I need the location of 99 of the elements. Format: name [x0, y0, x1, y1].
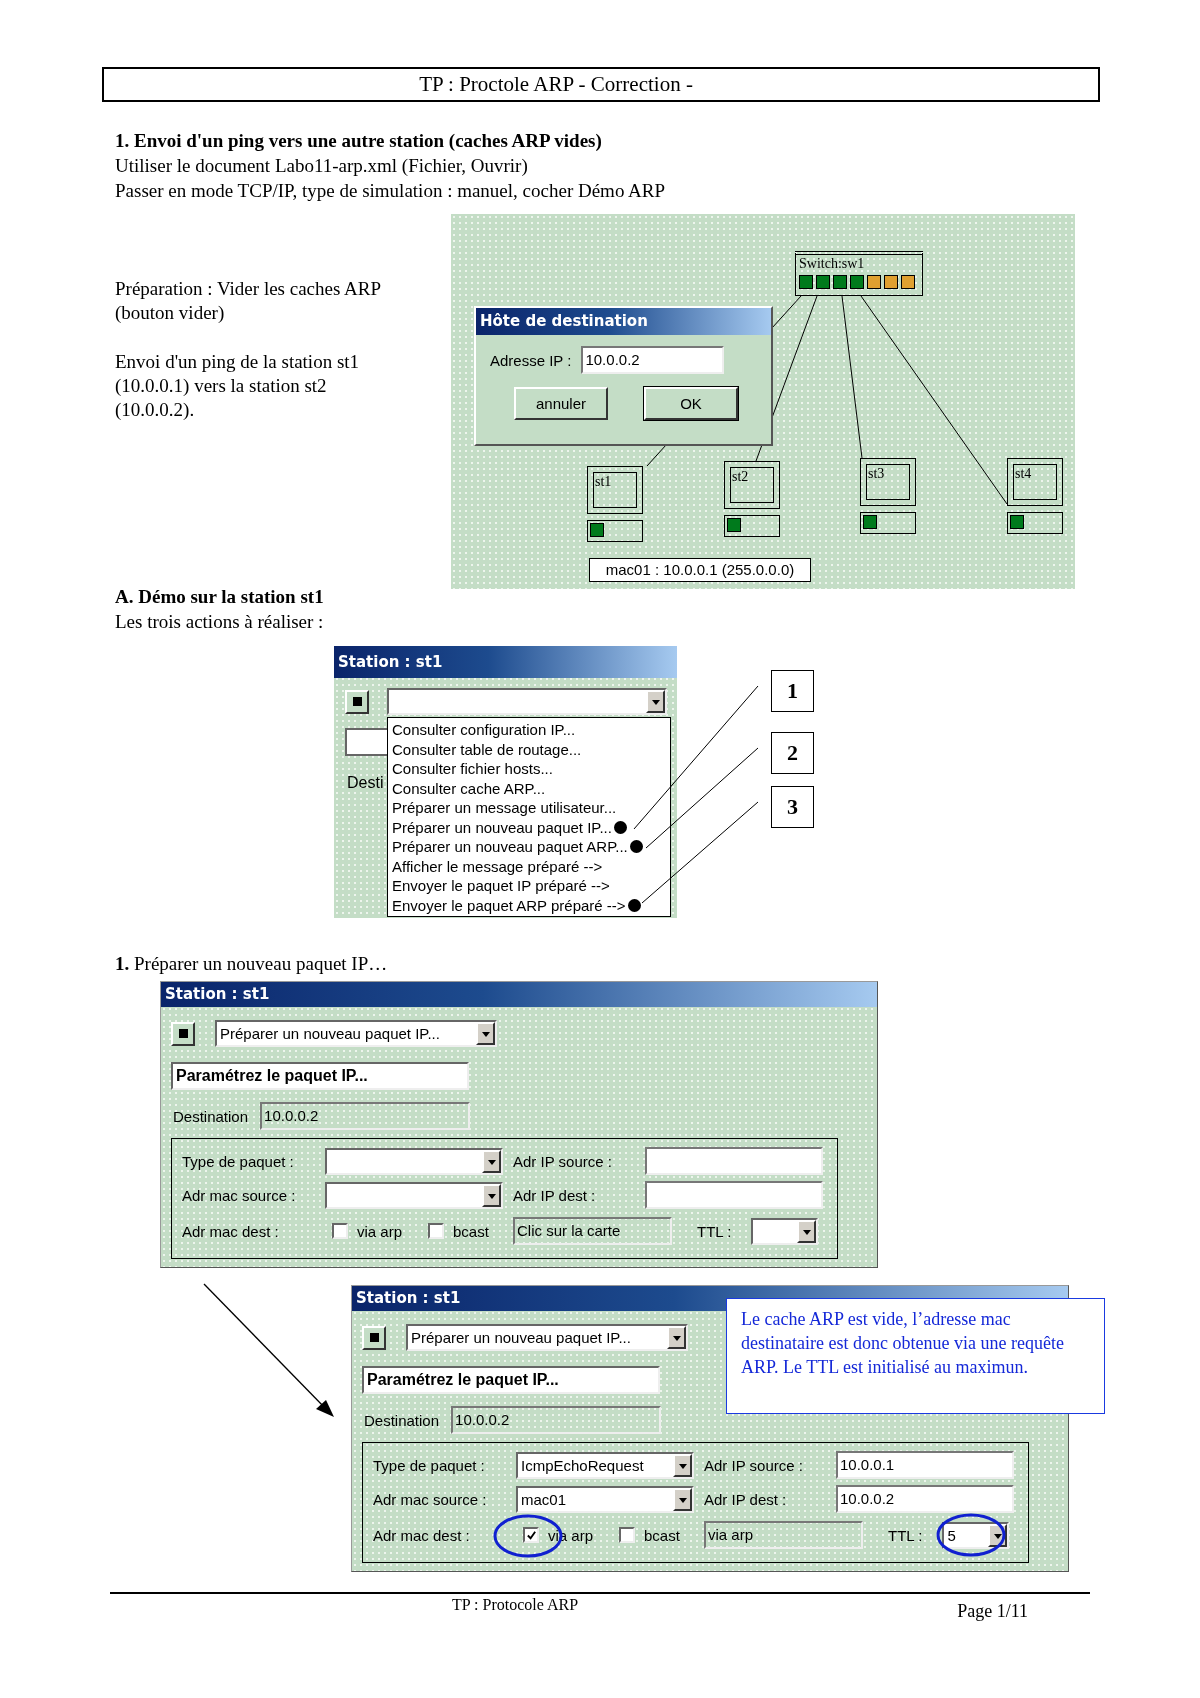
section-heading: 1. Envoi d'un ping vers une autre station (caches ARP vides) — [115, 129, 603, 153]
packet-type-dropdown[interactable]: IcmpEchoRequest — [516, 1451, 694, 1479]
ttl-dropdown[interactable] — [751, 1217, 819, 1245]
note-callout: Le cache ARP est vide, l’adresse mac destinataire est donc obtenue via une requête ARP. Le TTL est initialisé au maximun. — [726, 1298, 1105, 1414]
dialog-button[interactable]: OK — [644, 387, 738, 420]
callout-number: 1 — [771, 670, 814, 712]
menu-item[interactable]: Préparer un nouveau paquet ARP... — [392, 837, 628, 857]
window-title: Station : st1 — [356, 1289, 461, 1307]
checkbox[interactable] — [332, 1223, 348, 1239]
menu-item[interactable]: Envoyer le paquet IP préparé --> — [392, 876, 610, 896]
window-title: Station : st1 — [165, 985, 270, 1003]
dialog-button[interactable]: annuler — [514, 387, 608, 420]
page-title: TP : Proctole ARP - Correction - — [102, 67, 1100, 102]
led-icon — [1010, 515, 1024, 529]
prompt-field: Paramétrez le paquet IP... — [362, 1366, 660, 1394]
station-monitor[interactable]: st2 — [724, 461, 780, 509]
field-label: Adr IP dest : — [704, 1490, 788, 1508]
station-monitor[interactable]: st1 — [587, 466, 643, 514]
station-label: st3 — [868, 466, 885, 481]
mac-source-dropdown[interactable]: mac01 — [516, 1485, 694, 1513]
instruction-line: Les trois actions à réaliser : — [115, 610, 325, 634]
stop-button[interactable] — [345, 689, 369, 714]
mac-dest-field: Clic sur la carte — [513, 1217, 672, 1245]
field-label: TTL : — [697, 1222, 732, 1240]
field-label: Adr mac source : — [373, 1490, 488, 1508]
led-icon — [727, 518, 741, 532]
ip-dest-field[interactable]: 10.0.0.2 — [836, 1485, 1014, 1513]
destination-field: 10.0.0.2 — [260, 1102, 471, 1130]
ip-address-field[interactable]: 10.0.0.2 — [581, 346, 725, 374]
checkbox[interactable] — [619, 1527, 635, 1543]
paragraph: Préparation : Vider les caches ARP (bouton vider) — [115, 277, 382, 325]
mac-dest-field: via arp — [704, 1521, 863, 1549]
station-label: st4 — [1015, 466, 1032, 481]
menu-item[interactable]: Consulter cache ARP... — [392, 778, 546, 798]
callout-dot — [629, 840, 643, 854]
menu-item[interactable]: Consulter fichier hosts... — [392, 759, 553, 779]
prompt-field: Paramétrez le paquet IP... — [171, 1062, 469, 1090]
switch-label: Switch:sw1 — [799, 256, 866, 272]
action-dropdown[interactable]: Préparer un nouveau paquet IP... — [406, 1324, 688, 1351]
callout-dot — [613, 820, 627, 834]
field-label: Desti — [347, 774, 384, 792]
ttl-dropdown[interactable]: 5 — [942, 1521, 1010, 1549]
status-label: mac01 : 10.0.0.1 (255.0.0.0) — [589, 558, 811, 582]
led-icon — [863, 515, 877, 529]
menu-item[interactable]: Préparer un message utilisateur... — [392, 798, 617, 818]
field-label: Adr mac dest : — [182, 1222, 280, 1240]
field-label: Adr IP dest : — [513, 1186, 597, 1204]
switch-node[interactable]: Switch:sw1 — [795, 251, 923, 296]
station-label: st2 — [732, 469, 749, 484]
dialog-title: Hôte de destination — [480, 312, 648, 330]
field-label: Adr mac source : — [182, 1186, 297, 1204]
field-label: Adr IP source : — [704, 1456, 804, 1474]
station-label: st1 — [595, 474, 612, 489]
led-icon — [590, 523, 604, 537]
action-dropdown[interactable]: Préparer un nouveau paquet IP... — [215, 1020, 497, 1047]
page-number: Page 1/11 — [957, 1601, 1028, 1622]
field-label: Type de paquet : — [373, 1456, 486, 1474]
packet-type-dropdown[interactable] — [325, 1147, 503, 1175]
section-heading: A. Démo sur la station st1 — [115, 585, 325, 609]
instruction-line: Utiliser le document Labo11-arp.xml (Fichier, Ouvrir) — [115, 154, 529, 178]
square-icon — [178, 1029, 188, 1038]
callout-number: 2 — [771, 732, 814, 774]
footer-title: TP : Protocole ARP — [452, 1596, 579, 1614]
action-dropdown[interactable] — [387, 688, 667, 715]
ip-source-field[interactable]: 10.0.0.1 — [836, 1451, 1014, 1479]
mac-source-dropdown[interactable] — [325, 1181, 503, 1209]
paragraph: Envoi d'un ping de la station st1 (10.0.0.1) vers la station st2 (10.0.0.2). — [115, 350, 361, 422]
menu-item[interactable]: Préparer un nouveau paquet IP... — [392, 817, 612, 837]
station-monitor[interactable]: st4 — [1007, 458, 1063, 506]
square-icon — [352, 697, 362, 706]
stop-button[interactable] — [362, 1325, 386, 1350]
field-label: Destination — [173, 1107, 249, 1125]
square-icon — [369, 1333, 379, 1342]
instruction-line: Passer en mode TCP/IP, type de simulation : manuel, cocher Démo ARP — [115, 179, 667, 203]
menu-item[interactable]: Afficher le message préparé --> — [392, 856, 603, 876]
checkbox-label: bcast — [453, 1222, 489, 1240]
checkbox[interactable] — [523, 1527, 539, 1543]
checkbox-label: via arp — [357, 1222, 403, 1240]
menu-item[interactable]: Consulter table de routage... — [392, 739, 582, 759]
field-label: Adr mac dest : — [373, 1526, 471, 1544]
station-monitor[interactable]: st3 — [860, 458, 916, 506]
destination-field: 10.0.0.2 — [451, 1406, 662, 1434]
callout-number: 3 — [771, 786, 814, 828]
stop-button[interactable] — [171, 1021, 195, 1046]
menu-item[interactable]: Envoyer le paquet ARP préparé --> — [392, 895, 626, 915]
check-icon — [525, 1529, 537, 1541]
menu-item[interactable]: Consulter configuration IP... — [392, 720, 576, 740]
callout-dot — [627, 898, 641, 912]
field-label: Adresse IP : — [490, 351, 572, 369]
checkbox[interactable] — [428, 1223, 444, 1239]
step-heading: 1. Préparer un nouveau paquet IP… — [115, 952, 389, 976]
field-label: TTL : — [888, 1526, 923, 1544]
window-title: Station : st1 — [338, 653, 443, 671]
field-label: Adr IP source : — [513, 1152, 613, 1170]
field-label: Type de paquet : — [182, 1152, 295, 1170]
checkbox-label: bcast — [644, 1526, 680, 1544]
field-label: Destination — [364, 1411, 440, 1429]
ip-source-field[interactable] — [645, 1147, 823, 1175]
ip-dest-field[interactable] — [645, 1181, 823, 1209]
